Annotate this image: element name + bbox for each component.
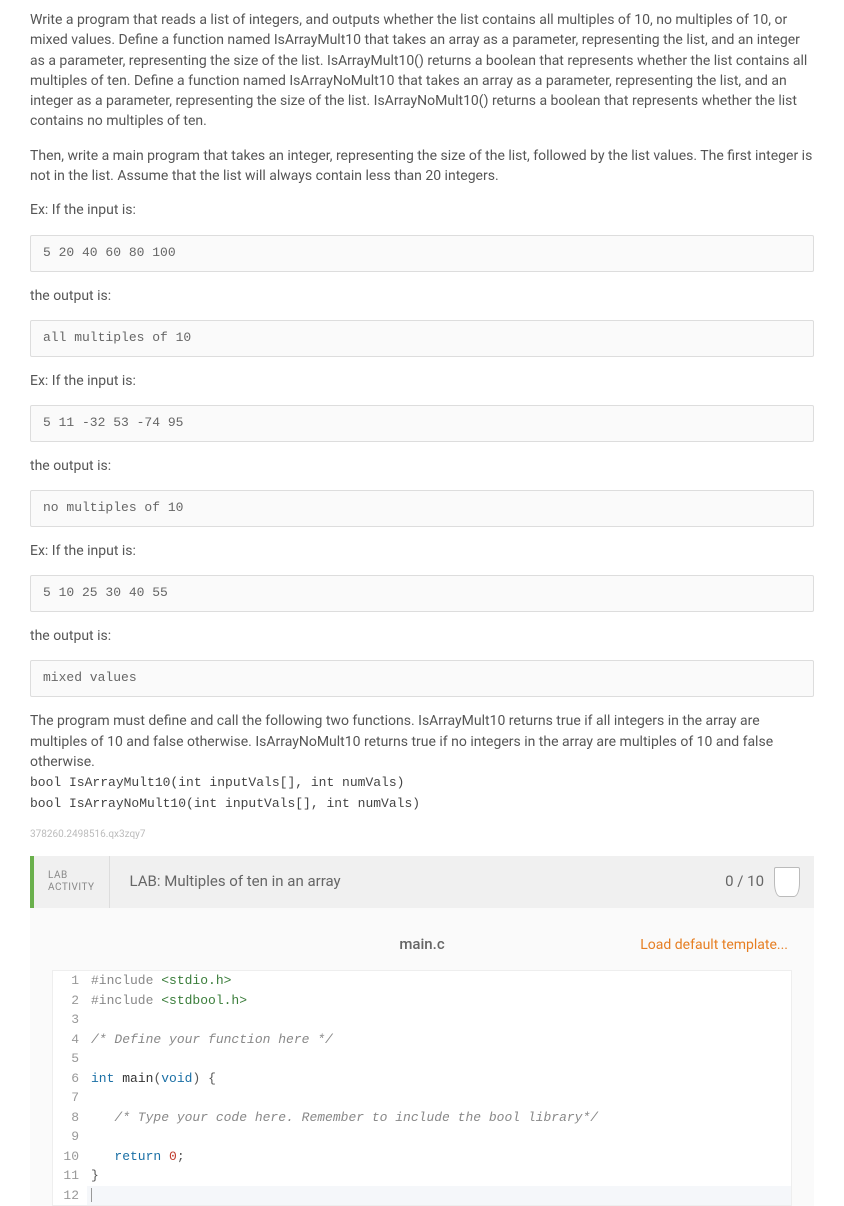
code-line[interactable] (87, 1049, 791, 1069)
code-row[interactable]: 2#include <stdbool.h> (53, 991, 791, 1011)
line-number: 7 (53, 1088, 87, 1108)
lab-score: 0 / 10 (725, 871, 764, 893)
code-line[interactable]: #include <stdbool.h> (87, 991, 791, 1011)
code-row[interactable]: 12 (53, 1186, 791, 1206)
function-spec-desc: The program must define and call the fol… (30, 713, 773, 770)
line-number: 11 (53, 1166, 87, 1186)
code-row[interactable]: 7 (53, 1088, 791, 1108)
lab-activity-badge: LAB ACTIVITY (34, 856, 110, 908)
code-row[interactable]: 5 (53, 1049, 791, 1069)
code-line[interactable] (87, 1186, 791, 1206)
line-number: 8 (53, 1108, 87, 1128)
code-row[interactable]: 10 return 0; (53, 1147, 791, 1167)
example-2-output: no multiples of 10 (30, 490, 814, 527)
example-1-input-label: Ex: If the input is: (30, 200, 814, 220)
line-number: 9 (53, 1127, 87, 1147)
function-spec: The program must define and call the fol… (30, 711, 814, 814)
code-row[interactable]: 6int main(void) { (53, 1069, 791, 1089)
line-number: 3 (53, 1010, 87, 1030)
line-number: 4 (53, 1030, 87, 1050)
lab-panel: LAB ACTIVITY LAB: Multiples of ten in an… (30, 856, 814, 1206)
code-editor[interactable]: 1#include <stdio.h>2#include <stdbool.h>… (52, 970, 792, 1206)
example-1-output: all multiples of 10 (30, 320, 814, 357)
code-line[interactable]: #include <stdio.h> (87, 971, 791, 991)
line-number: 5 (53, 1049, 87, 1069)
editor-toolbar: main.c Load default template... (52, 926, 792, 970)
line-number: 2 (53, 991, 87, 1011)
example-2-output-label: the output is: (30, 456, 814, 476)
code-row[interactable]: 1#include <stdio.h> (53, 971, 791, 991)
code-line[interactable]: } (87, 1166, 791, 1186)
lab-header: LAB ACTIVITY LAB: Multiples of ten in an… (30, 856, 814, 908)
example-1-output-label: the output is: (30, 286, 814, 306)
code-line[interactable]: /* Define your function here */ (87, 1030, 791, 1050)
code-line[interactable]: return 0; (87, 1147, 791, 1167)
code-row[interactable]: 9 (53, 1127, 791, 1147)
example-3-output-label: the output is: (30, 626, 814, 646)
example-3-input-label: Ex: If the input is: (30, 541, 814, 561)
lab-badge-line2: ACTIVITY (48, 882, 95, 894)
function-signature-1: bool IsArrayMult10(int inputVals[], int … (30, 774, 814, 793)
code-row[interactable]: 11} (53, 1166, 791, 1186)
line-number: 10 (53, 1147, 87, 1167)
problem-paragraph-2: Then, write a main program that takes an… (30, 146, 814, 187)
editor-block: main.c Load default template... 1#includ… (30, 908, 814, 1206)
code-line[interactable]: /* Type your code here. Remember to incl… (87, 1108, 791, 1128)
line-number: 1 (53, 971, 87, 991)
lab-badge-line1: LAB (48, 870, 95, 882)
shield-icon (774, 867, 800, 897)
example-3-output: mixed values (30, 660, 814, 697)
line-number: 6 (53, 1069, 87, 1089)
code-line[interactable]: int main(void) { (87, 1069, 791, 1089)
example-2-input: 5 11 -32 53 -74 95 (30, 405, 814, 442)
code-row[interactable]: 8 /* Type your code here. Remember to in… (53, 1108, 791, 1128)
code-line[interactable] (87, 1127, 791, 1147)
example-1-input: 5 20 40 60 80 100 (30, 235, 814, 272)
filename-label: main.c (399, 934, 444, 956)
lab-title: LAB: Multiples of ten in an array (110, 856, 726, 908)
watermark-id: 378260.2498516.qx3zqy7 (30, 828, 814, 843)
problem-paragraph-1: Write a program that reads a list of int… (30, 10, 814, 132)
example-2-input-label: Ex: If the input is: (30, 371, 814, 391)
code-line[interactable] (87, 1010, 791, 1030)
lab-score-area: 0 / 10 (725, 856, 814, 908)
line-number: 12 (53, 1186, 87, 1206)
code-row[interactable]: 3 (53, 1010, 791, 1030)
code-line[interactable] (87, 1088, 791, 1108)
function-signature-2: bool IsArrayNoMult10(int inputVals[], in… (30, 795, 814, 814)
example-3-input: 5 10 25 30 40 55 (30, 575, 814, 612)
load-default-template-link[interactable]: Load default template... (640, 935, 788, 955)
code-row[interactable]: 4/* Define your function here */ (53, 1030, 791, 1050)
